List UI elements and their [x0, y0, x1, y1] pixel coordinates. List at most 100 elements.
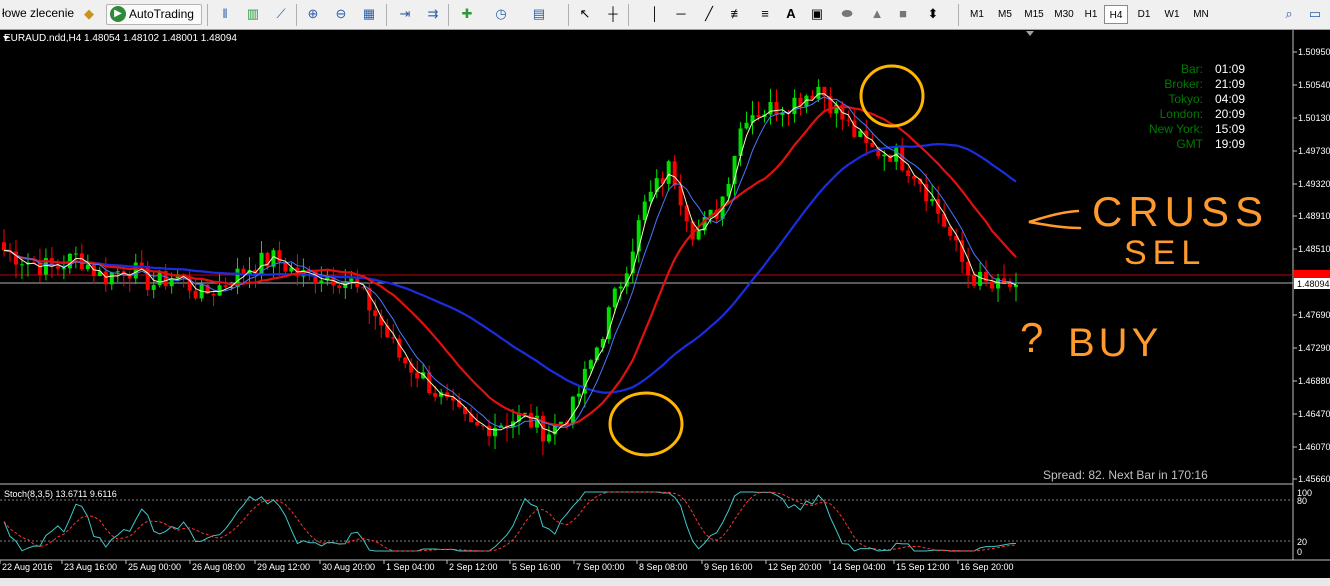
timeframe-m30[interactable]: M30	[1050, 5, 1078, 24]
autotrading-label: AutoTrading	[129, 7, 194, 21]
price-label: 1.50540	[1298, 80, 1330, 90]
vertical-line-icon[interactable]: │	[646, 5, 664, 23]
chart-tabs-bar[interactable]	[0, 578, 1330, 586]
toolbar-separator	[958, 4, 959, 26]
candle-body	[576, 393, 581, 397]
date-label: 8 Sep 08:00	[639, 562, 688, 572]
zoom-in-icon[interactable]: ⊕	[304, 5, 322, 23]
candle-body	[612, 288, 617, 308]
clock-label: Broker:	[1164, 77, 1203, 91]
stoch-label-0: 0	[1297, 547, 1302, 557]
periods-icon[interactable]: ◷	[492, 5, 510, 23]
price-label: 1.45660	[1298, 474, 1330, 484]
clock-label: GMT	[1176, 137, 1203, 151]
price-label: 1.47290	[1298, 343, 1330, 353]
timeframe-w1[interactable]: W1	[1160, 5, 1184, 24]
tile-windows-icon[interactable]: ▦	[360, 5, 378, 23]
price-chart[interactable]: EURAUD.ndd,H4 1.48054 1.48102 1.48001 1.…	[0, 30, 1330, 586]
bar-chart-icon[interactable]: ǁ	[216, 5, 234, 23]
clock-label: Tokyo:	[1168, 92, 1203, 106]
new-order-label[interactable]: łowe zlecenie	[2, 6, 74, 20]
candle-body	[990, 281, 995, 289]
price-label: 1.47690	[1298, 310, 1330, 320]
timeframe-m1[interactable]: M1	[964, 5, 990, 24]
price-label: 1.46880	[1298, 376, 1330, 386]
clock-value: 20:09	[1215, 107, 1245, 121]
candle-body	[1002, 278, 1007, 283]
candle-body	[978, 271, 983, 286]
channel-icon[interactable]: ≢	[728, 5, 746, 23]
stoch-title: Stoch(8,3,5) 13.6711 9.6116	[4, 489, 117, 499]
triangle-icon[interactable]: ▲	[868, 5, 886, 23]
new-order-icon[interactable]: ◆	[80, 5, 98, 23]
candle-body	[744, 122, 749, 129]
candle-body	[61, 268, 66, 270]
templates-icon[interactable]: ▤	[530, 5, 548, 23]
timeframe-h1[interactable]: H1	[1080, 5, 1102, 24]
text-label-icon[interactable]: ▣	[808, 5, 826, 23]
candle-body	[283, 261, 288, 272]
zoom-out-icon[interactable]: ⊖	[332, 5, 350, 23]
candle-body	[193, 290, 198, 299]
candle-body	[73, 253, 78, 255]
rectangle-icon[interactable]: ■	[894, 5, 912, 23]
candle-body	[882, 154, 887, 157]
candle-body	[522, 412, 527, 414]
candle-body	[337, 285, 342, 288]
clock-label: Bar:	[1181, 62, 1203, 76]
candle-body	[672, 161, 677, 186]
sell-annotation: SEL	[1124, 234, 1206, 272]
clock-label: New York:	[1149, 122, 1203, 136]
line-chart-icon[interactable]: ⟋	[272, 5, 290, 23]
price-label: 1.46070	[1298, 442, 1330, 452]
candle-body	[433, 393, 438, 397]
autotrading-button[interactable]: ▶ AutoTrading	[106, 4, 202, 25]
toolbar-separator	[386, 4, 387, 26]
search-icon[interactable]: ⌕	[1280, 5, 1298, 23]
date-label: 25 Aug 00:00	[128, 562, 181, 572]
date-label: 9 Sep 16:00	[704, 562, 753, 572]
timeframe-m15[interactable]: M15	[1020, 5, 1048, 24]
trendline-icon[interactable]: ╱	[700, 5, 718, 23]
timeframe-mn[interactable]: MN	[1188, 5, 1214, 24]
chart-header: EURAUD.ndd,H4 1.48054 1.48102 1.48001 1.…	[4, 33, 237, 44]
toolbar-separator	[628, 4, 629, 26]
price-label: 1.50950	[1298, 47, 1330, 57]
text-tool-icon[interactable]: A	[782, 5, 800, 23]
arrows-icon[interactable]: ⬍	[924, 5, 942, 23]
crosshair-icon[interactable]: ┼	[604, 5, 622, 23]
toolbar-separator	[448, 4, 449, 26]
candle-body	[55, 266, 60, 269]
timeframe-m5[interactable]: M5	[992, 5, 1018, 24]
fibonacci-icon[interactable]: ≡	[756, 5, 774, 23]
chat-icon[interactable]: ▭	[1306, 5, 1324, 23]
clock-value: 01:09	[1215, 62, 1245, 76]
indicators-icon[interactable]: ✚	[458, 5, 476, 23]
candle-body	[906, 170, 911, 177]
clock-value: 21:09	[1215, 77, 1245, 91]
date-label: 14 Sep 04:00	[832, 562, 886, 572]
candle-body	[115, 271, 120, 273]
date-label: 15 Sep 12:00	[896, 562, 950, 572]
toolbar-separator	[296, 4, 297, 26]
horizontal-line-icon[interactable]: ─	[672, 5, 690, 23]
cursor-icon[interactable]: ↖	[576, 5, 594, 23]
date-label: 12 Sep 20:00	[768, 562, 822, 572]
price-label: 1.46470	[1298, 409, 1330, 419]
candle-body	[2, 242, 6, 251]
price-label: 1.49320	[1298, 179, 1330, 189]
candle-body	[103, 271, 108, 285]
candle-body	[642, 201, 647, 221]
candle-body	[487, 425, 492, 437]
candle-body	[373, 310, 378, 317]
ellipse-icon[interactable]: ⬬	[838, 5, 856, 23]
candlestick-icon[interactable]: ▥	[244, 5, 262, 23]
candle-body	[816, 86, 821, 99]
timeframe-h4[interactable]: H4	[1104, 5, 1128, 24]
candle-body	[846, 119, 851, 121]
autoscroll-icon[interactable]: ⇉	[424, 5, 442, 23]
stoch-label-20: 20	[1297, 537, 1307, 547]
timeframe-d1[interactable]: D1	[1132, 5, 1156, 24]
price-label: 1.50130	[1298, 113, 1330, 123]
chart-shift-icon[interactable]: ⇥	[396, 5, 414, 23]
